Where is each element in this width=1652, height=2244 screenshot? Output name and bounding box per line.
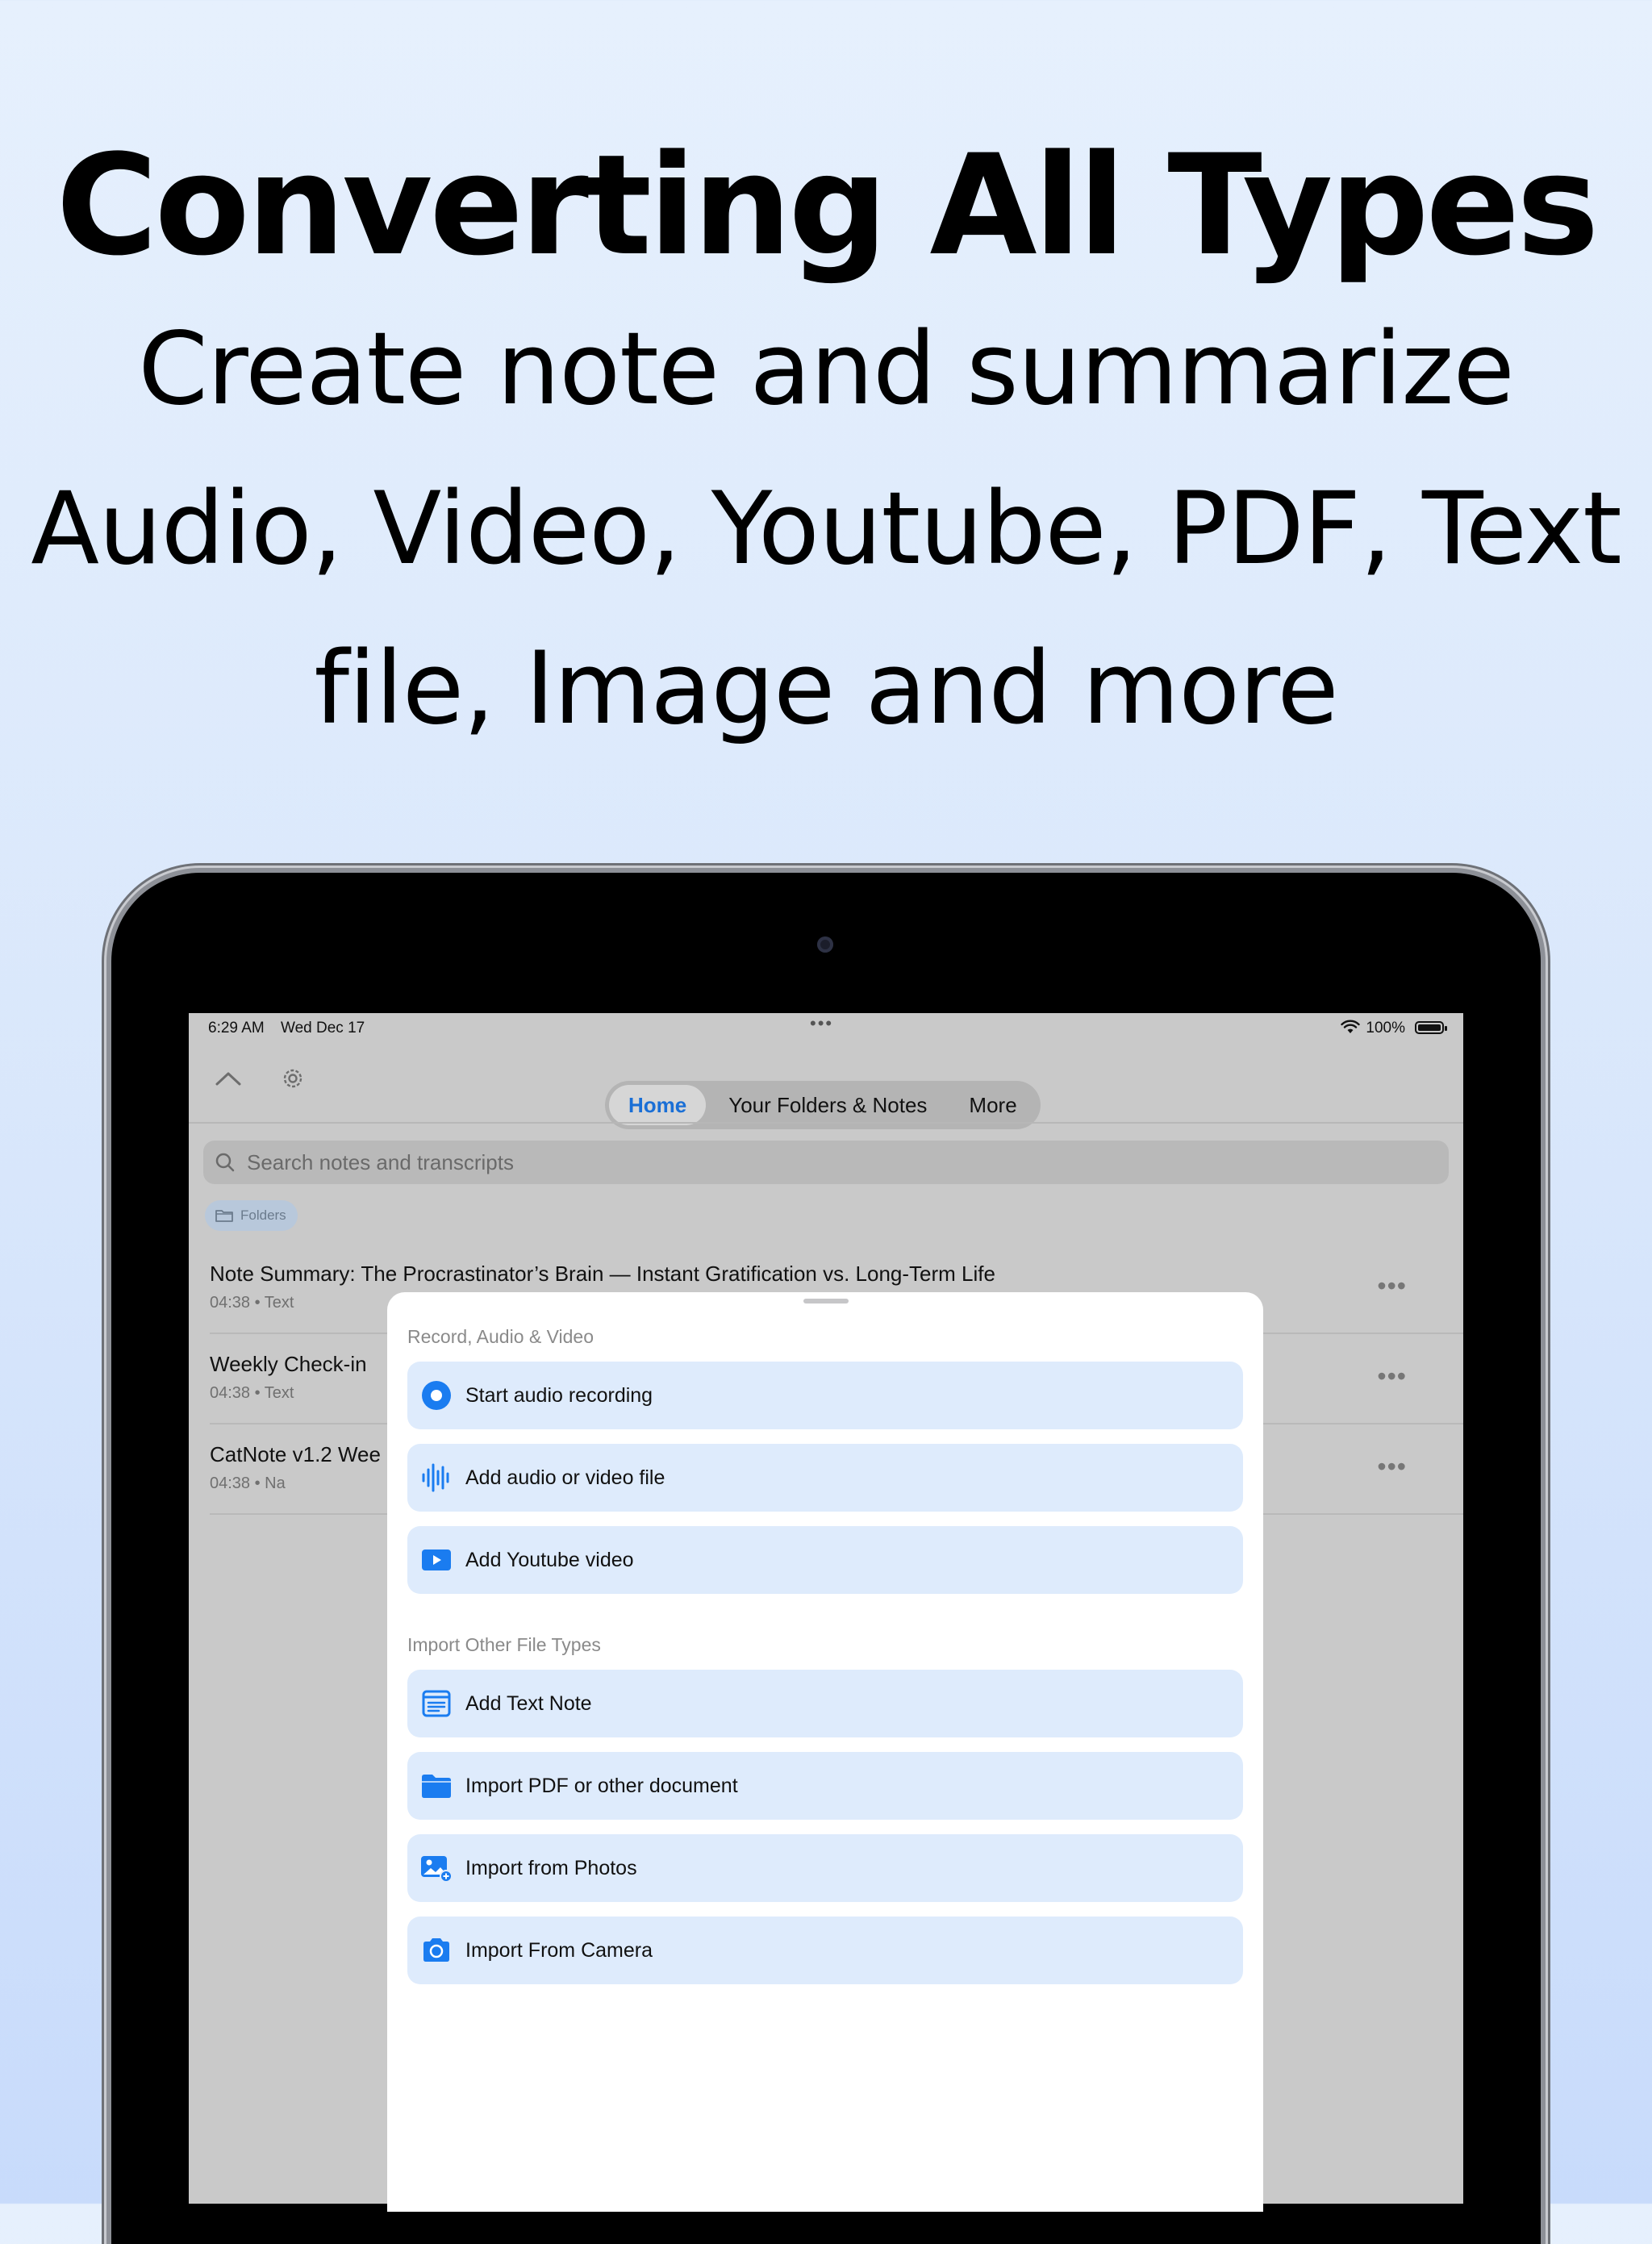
option-label: Start audio recording — [465, 1383, 653, 1407]
import-pdf-document-button[interactable]: Import PDF or other document — [407, 1752, 1243, 1820]
promo-line-1: Create note and summarize — [138, 311, 1515, 428]
settings-gear-icon[interactable] — [274, 1060, 311, 1097]
option-label: Add audio or video file — [465, 1466, 665, 1489]
record-icon — [407, 1379, 465, 1412]
sheet-grabber[interactable] — [803, 1299, 849, 1303]
multitasking-dots[interactable]: ••• — [810, 1013, 833, 1034]
more-options-icon[interactable]: ••• — [1377, 1362, 1407, 1391]
text-note-icon — [407, 1688, 465, 1719]
more-options-icon[interactable]: ••• — [1377, 1452, 1407, 1482]
note-meta: 04:38 • Na — [210, 1474, 286, 1492]
option-label: Import From Camera — [465, 1938, 653, 1962]
status-date: Wed Dec 17 — [281, 1020, 365, 1036]
start-audio-recording-button[interactable]: Start audio recording — [407, 1362, 1243, 1429]
option-label: Import PDF or other document — [465, 1774, 738, 1797]
add-text-note-button[interactable]: Add Text Note — [407, 1670, 1243, 1737]
option-label: Import from Photos — [465, 1856, 637, 1879]
collapse-chevron-icon[interactable] — [210, 1060, 247, 1097]
tab-folders-notes[interactable]: Your Folders & Notes — [709, 1085, 946, 1125]
add-youtube-video-button[interactable]: Add Youtube video — [407, 1526, 1243, 1594]
waveform-icon — [407, 1462, 465, 1494]
section-title-import: Import Other File Types — [407, 1634, 601, 1655]
status-bar: 6:29 AM Wed Dec 17 ••• 100% — [189, 1013, 1463, 1042]
folder-icon — [407, 1772, 465, 1800]
note-title: Note Summary: The Procrastinator’s Brain… — [210, 1262, 995, 1286]
status-time: 6:29 AM — [208, 1020, 265, 1036]
import-from-camera-button[interactable]: Import From Camera — [407, 1917, 1243, 1984]
promo-headline: Converting All Types — [56, 124, 1599, 286]
battery-icon — [1415, 1021, 1447, 1034]
photos-icon — [407, 1854, 465, 1883]
note-meta: 04:38 • Text — [210, 1384, 294, 1402]
note-meta: 04:38 • Text — [210, 1294, 294, 1312]
more-options-icon[interactable]: ••• — [1377, 1271, 1407, 1301]
option-label: Add Text Note — [465, 1691, 592, 1715]
folder-outline-icon — [215, 1210, 233, 1222]
youtube-play-icon — [407, 1547, 465, 1573]
battery-percent: 100% — [1366, 1020, 1405, 1036]
top-toolbar: Home Your Folders & Notes More — [189, 1042, 1463, 1129]
tab-more[interactable]: More — [949, 1085, 1036, 1125]
tab-home[interactable]: Home — [609, 1085, 707, 1125]
option-label: Add Youtube video — [465, 1548, 634, 1571]
search-placeholder: Search notes and transcripts — [247, 1149, 514, 1174]
toolbar-divider — [189, 1122, 1463, 1124]
note-title: Weekly Check-in — [210, 1352, 367, 1376]
promo-line-2: Audio, Video, Youtube, PDF, Text — [31, 471, 1622, 587]
promo-line-3: file, Image and more — [314, 631, 1338, 747]
import-from-photos-button[interactable]: Import from Photos — [407, 1834, 1243, 1902]
search-bar[interactable]: Search notes and transcripts — [203, 1141, 1449, 1184]
section-title-record: Record, Audio & Video — [407, 1326, 594, 1347]
add-content-sheet: Record, Audio & Video Start audio record… — [387, 1292, 1263, 2212]
note-title: CatNote v1.2 Wee — [210, 1442, 381, 1466]
wifi-icon — [1341, 1020, 1360, 1033]
front-camera — [817, 936, 833, 953]
folders-chip-label: Folders — [240, 1208, 286, 1223]
search-icon — [203, 1152, 247, 1173]
add-audio-video-file-button[interactable]: Add audio or video file — [407, 1444, 1243, 1512]
camera-icon — [407, 1937, 465, 1964]
folders-chip[interactable]: Folders — [205, 1200, 298, 1231]
